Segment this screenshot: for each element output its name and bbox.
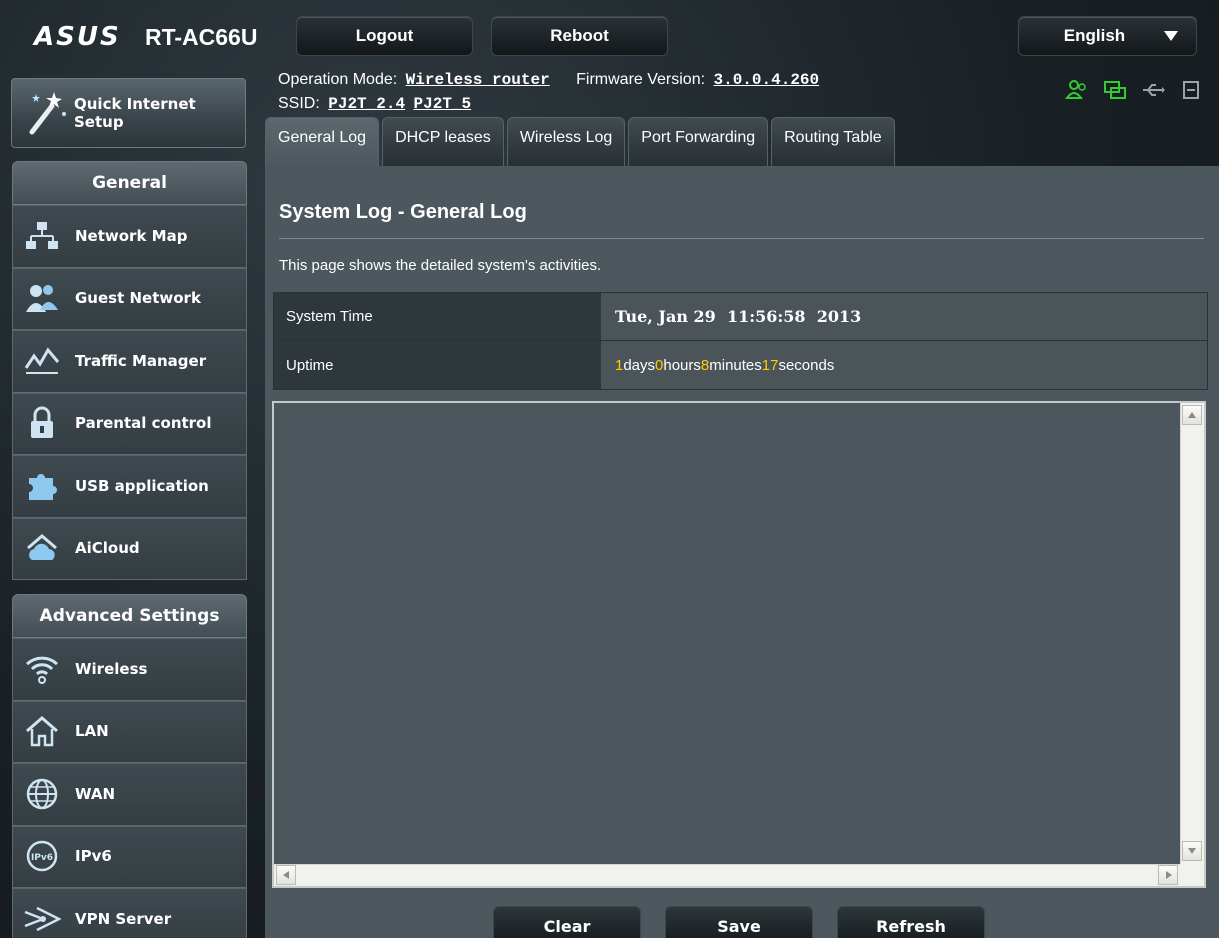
uptime-seconds-unit: seconds [778,356,835,374]
sidebar-item-label: VPN Server [75,909,172,928]
sidebar-item-label: LAN [75,722,109,741]
log-tabs: General Log DHCP leases Wireless Log Por… [265,117,895,166]
qis-label-line-2: Setup [74,113,124,131]
title-divider [279,238,1204,239]
client-status-icon[interactable] [1064,78,1090,102]
sidebar-item-parental-control[interactable]: Parental control [12,392,247,455]
system-time-label: System Time [274,293,601,340]
table-row: System Time Tue, Jan 29 11:56:58 2013 [274,293,1207,341]
asus-logo: ASUS [34,22,121,52]
cloud-home-icon [21,529,63,567]
guest-network-icon [21,279,63,317]
uptime-label: Uptime [274,341,601,389]
home-icon [21,712,63,750]
sidebar-item-guest-network[interactable]: Guest Network [12,267,247,330]
table-row: Uptime 1 days 0 hours 8 minutes 17 seconds [274,341,1207,389]
sidebar-item-vpn-server[interactable]: VPN Server [12,888,247,938]
sidebar-item-label: WAN [75,784,116,803]
page-title: System Log - General Log [279,201,527,223]
firmware-version-link[interactable]: 3.0.0.4.260 [714,71,820,89]
printer-status-icon[interactable] [1178,78,1204,102]
refresh-button[interactable]: Refresh [837,906,985,938]
tab-general-log[interactable]: General Log [265,117,380,166]
uptime-minutes: 8 [700,356,710,374]
page-description: This page shows the detailed system's ac… [279,257,602,274]
system-time-value: Tue, Jan 29 11:56:58 2013 [601,293,1207,340]
firmware-label: Firmware Version: [576,71,706,88]
model-name: RT-AC66U [145,24,258,50]
clear-button[interactable]: Clear [493,906,641,938]
tab-routing-table[interactable]: Routing Table [771,117,895,166]
language-select[interactable]: English [1018,16,1197,56]
sidebar-item-lan[interactable]: LAN [12,700,247,763]
general-menu: Network Map Guest Network Traffic Manage… [12,205,247,580]
sidebar-item-wireless[interactable]: Wireless [12,638,247,701]
tab-wireless-log[interactable]: Wireless Log [506,117,626,166]
content-panel: System Log - General Log This page shows… [265,166,1219,938]
operation-mode-label: Operation Mode: [278,71,398,88]
uptime-hours-unit: hours [663,356,701,374]
magic-wand-icon [29,92,66,135]
network-map-icon [21,217,63,255]
puzzle-icon [21,467,63,505]
sidebar-item-traffic-manager[interactable]: Traffic Manager [12,330,247,393]
advanced-menu: Wireless LAN WAN IPv6 IPv6 VPN Server [12,638,247,938]
operation-info: Operation Mode: Wireless router Firmware… [278,71,819,89]
sidebar-item-ipv6[interactable]: IPv6 IPv6 [12,825,247,888]
sidebar-item-label: Network Map [75,226,188,245]
qis-label-line-1: Quick Internet [74,95,196,113]
sidebar-item-network-map[interactable]: Network Map [12,205,247,268]
system-info-table: System Time Tue, Jan 29 11:56:58 2013 Up… [273,292,1208,390]
network-status-icon[interactable] [1102,78,1128,102]
ssid-link-1[interactable]: PJ2T_2.4 [328,95,405,113]
general-section-header: General [12,161,247,205]
quick-internet-setup-button[interactable]: Quick Internet Setup [11,78,246,148]
vpn-icon [21,900,63,938]
sidebar-item-label: Traffic Manager [75,351,207,370]
sidebar-item-label: USB application [75,476,209,495]
sidebar-item-label: Parental control [75,414,212,433]
tab-dhcp-leases[interactable]: DHCP leases [382,117,504,166]
sidebar-item-wan[interactable]: WAN [12,763,247,826]
logout-button[interactable]: Logout [296,16,473,56]
ssid-link-2[interactable]: PJ2T_5 [414,95,472,113]
svg-text:IPv6: IPv6 [31,853,53,863]
sidebar-item-aicloud[interactable]: AiCloud [12,517,247,580]
sidebar-item-label: Guest Network [75,289,201,308]
chevron-down-icon [1164,31,1178,41]
save-button[interactable]: Save [665,906,813,938]
top-bar: ASUS RT-AC66U Logout Reboot English [0,0,1219,66]
uptime-minutes-unit: minutes [709,356,762,374]
uptime-days: 1 [615,356,624,374]
ipv6-icon: IPv6 [21,837,63,875]
operation-mode-link[interactable]: Wireless router [406,71,550,89]
qis-label: Quick Internet Setup [74,95,196,131]
sidebar-item-label: IPv6 [75,847,112,866]
ssid-info: SSID: PJ2T_2.4 PJ2T_5 [278,95,471,113]
tab-port-forwarding[interactable]: Port Forwarding [628,117,769,166]
globe-icon [21,775,63,813]
sidebar-item-usb-application[interactable]: USB application [12,455,247,518]
reboot-button[interactable]: Reboot [491,16,668,56]
status-icons [1064,78,1204,102]
usb-status-icon[interactable] [1140,78,1166,102]
lock-icon [21,404,63,442]
advanced-settings-header: Advanced Settings [12,594,247,638]
log-textarea[interactable] [272,401,1206,888]
traffic-manager-icon [21,342,63,380]
uptime-hours: 0 [655,356,664,374]
sidebar-item-label: Wireless [75,659,148,678]
ssid-label: SSID: [278,95,320,112]
uptime-days-unit: days [623,356,656,374]
uptime-value: 1 days 0 hours 8 minutes 17 seconds [601,341,1207,389]
wifi-icon [21,650,63,688]
uptime-seconds: 17 [761,356,779,374]
language-label: English [1063,26,1126,45]
sidebar-item-label: AiCloud [75,539,140,558]
